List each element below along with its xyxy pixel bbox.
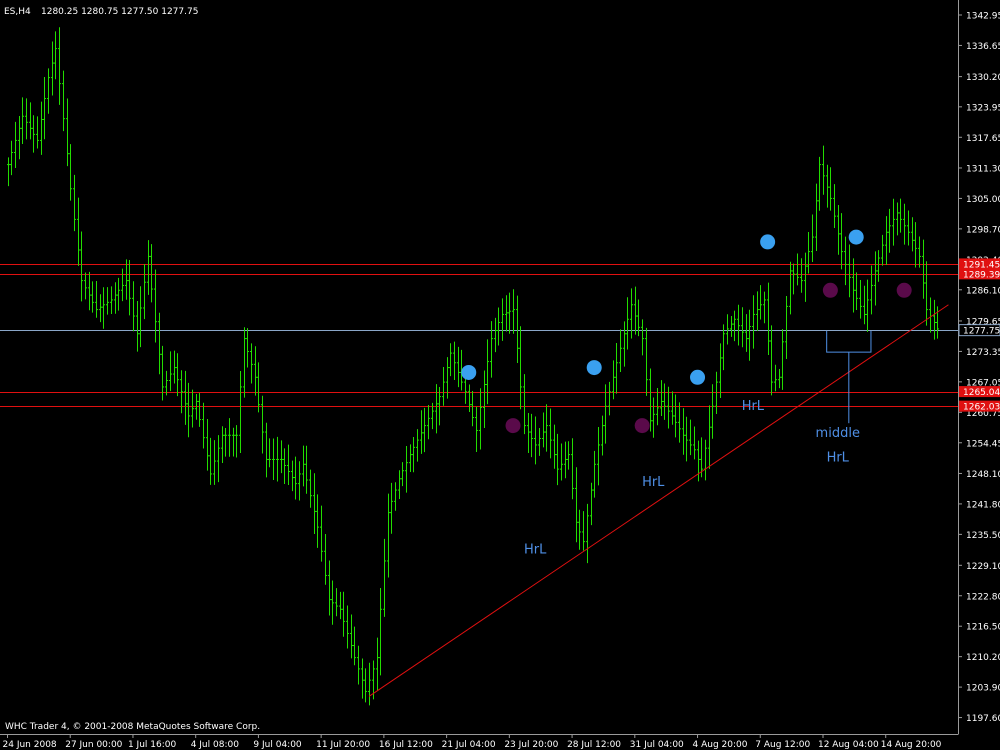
- y-tick-label: 1197.60: [966, 714, 1000, 724]
- x-tick-label: 16 Jul 12:00: [379, 740, 433, 750]
- level-price-label: 1265.04: [963, 388, 1000, 398]
- x-tick-label: 21 Jul 04:00: [442, 740, 496, 750]
- x-tick-label: 1 Jul 16:00: [128, 740, 177, 750]
- annotation-label: HrL: [524, 543, 547, 558]
- x-tick-label: 9 Jul 04:00: [253, 740, 302, 750]
- y-tick-label: 1235.50: [966, 531, 1000, 541]
- x-tick-label: 31 Jul 04:00: [630, 740, 684, 750]
- swing-dot-dark: [634, 418, 650, 434]
- swing-dot-light: [690, 369, 706, 385]
- x-tick-label: 24 Jun 2008: [3, 740, 57, 750]
- y-tick-label: 1216.50: [966, 623, 1000, 633]
- y-tick-label: 1336.65: [966, 42, 1000, 52]
- y-tick-label: 1311.30: [966, 164, 1000, 174]
- symbol-timeframe: ES,H4: [4, 7, 31, 17]
- y-tick-label: 1222.80: [966, 592, 1000, 602]
- price-chart[interactable]: HrL HrL HrL middle HrL 1342.95 1336.65 1330.20…: [0, 0, 1000, 750]
- swing-dot-dark: [505, 418, 521, 434]
- swing-dot-dark: [896, 282, 912, 298]
- x-tick-label: 7 Aug 12:00: [755, 740, 810, 750]
- y-tick-label: 1210.20: [966, 653, 1000, 663]
- level-price-label: 1289.39: [963, 270, 1000, 280]
- x-tick-label: 11 Jul 20:00: [316, 740, 370, 750]
- x-tick-label: 14 Aug 20:00: [881, 740, 942, 750]
- x-tick-label: 27 Jun 00:00: [65, 740, 122, 750]
- annotation-label: HrL: [827, 450, 850, 465]
- level-price-label: 1262.03: [963, 403, 1000, 413]
- x-tick-label: 23 Jul 20:00: [504, 740, 558, 750]
- x-tick-label: 4 Aug 20:00: [693, 740, 748, 750]
- y-tick-label: 1298.70: [966, 225, 1000, 235]
- swing-dot-light: [760, 234, 776, 250]
- swing-dot-light: [586, 360, 602, 376]
- y-tick-label: 1323.95: [966, 103, 1000, 113]
- y-tick-label: 1273.35: [966, 348, 1000, 358]
- y-tick-label: 1330.20: [966, 73, 1000, 83]
- swing-dot-light: [461, 364, 477, 380]
- x-tick-label: 4 Jul 08:00: [191, 740, 240, 750]
- last-price-label: 1277.75: [963, 327, 1000, 337]
- swing-dot-light: [848, 229, 864, 245]
- y-tick-label: 1342.95: [966, 11, 1000, 21]
- y-tick-label: 1203.90: [966, 684, 1000, 694]
- y-tick-label: 1286.10: [966, 286, 1000, 296]
- annotation-label: HrL: [742, 399, 765, 414]
- y-tick-label: 1254.45: [966, 439, 1000, 449]
- y-tick-label: 1305.00: [966, 195, 1000, 205]
- ohlc-readout: 1280.25 1280.75 1277.50 1277.75: [41, 7, 198, 17]
- y-tick-label: 1248.10: [966, 470, 1000, 480]
- y-tick-label: 1317.65: [966, 134, 1000, 144]
- copyright-text: WHC Trader 4, © 2001-2008 MetaQuotes Sof…: [5, 722, 260, 732]
- swing-dot-dark: [822, 282, 838, 298]
- y-tick-label: 1241.80: [966, 500, 1000, 510]
- y-tick-label: 1229.10: [966, 562, 1000, 572]
- x-tick-label: 12 Aug 04:00: [818, 740, 879, 750]
- annotation-label: middle: [816, 426, 860, 441]
- x-tick-label: 28 Jul 12:00: [567, 740, 621, 750]
- chart-background: [0, 0, 1000, 750]
- annotation-label: HrL: [642, 475, 665, 490]
